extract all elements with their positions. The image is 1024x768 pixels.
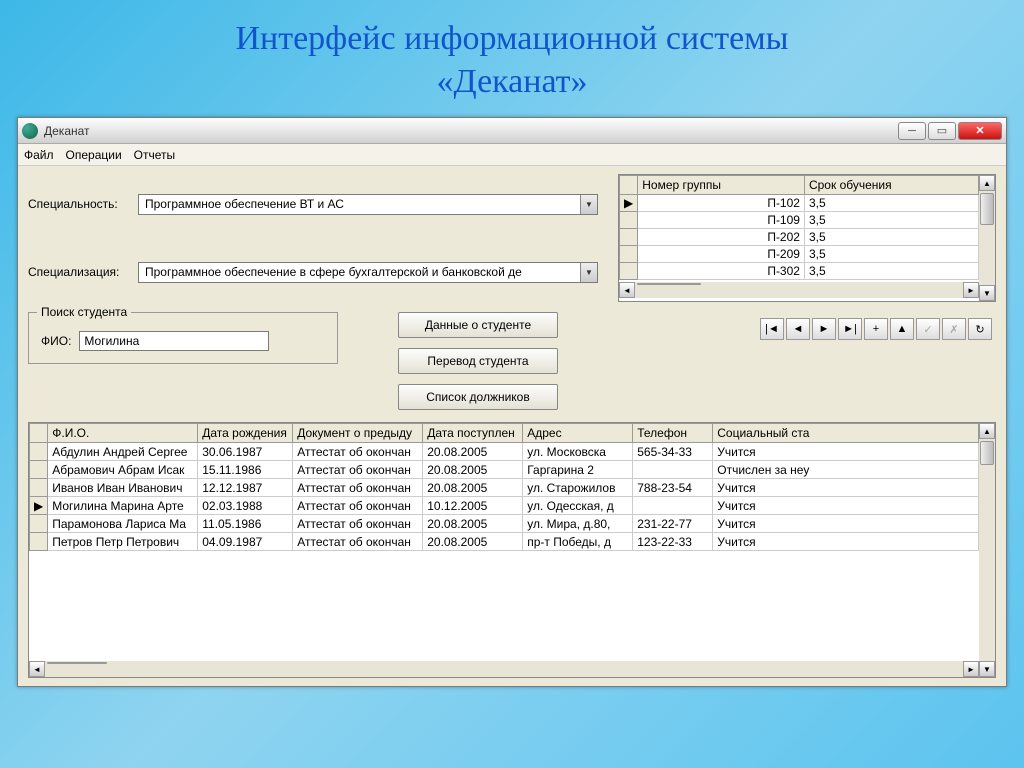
nav-cancel-icon: ✗ (942, 318, 966, 340)
students-table-panel: Ф.И.О. Дата рождения Документ о предыду … (28, 422, 996, 678)
groups-hscroll[interactable]: ◄► (619, 282, 979, 298)
col-dob[interactable]: Дата рождения (198, 424, 293, 443)
nav-delete-icon[interactable]: ▲ (890, 318, 914, 340)
record-navigator: |◄ ◄ ► ►| + ▲ ✓ ✗ ↻ (578, 318, 996, 340)
search-legend: Поиск студента (37, 305, 131, 319)
students-table: Ф.И.О. Дата рождения Документ о предыду … (29, 423, 979, 551)
students-hscroll[interactable]: ◄► (29, 661, 979, 677)
fio-label: ФИО: (41, 334, 71, 348)
window-title: Деканат (44, 124, 896, 138)
nav-last-icon[interactable]: ►| (838, 318, 862, 340)
groups-vscroll[interactable]: ▲▼ (979, 175, 995, 301)
close-button[interactable]: ✕ (958, 122, 1002, 140)
group-cell[interactable]: П-209 (638, 246, 805, 263)
group-cell[interactable]: П-202 (638, 229, 805, 246)
speciality-combo[interactable]: Программное обеспечение ВТ и АС ▼ (138, 194, 598, 215)
minimize-button[interactable]: ─ (898, 122, 926, 140)
groups-table-panel: Номер группы Срок обучения ▶П-1023,5 П-1… (618, 174, 996, 302)
col-addr[interactable]: Адрес (523, 424, 633, 443)
col-enroll[interactable]: Дата поступлен (423, 424, 523, 443)
table-row[interactable]: Петров Петр Петрович04.09.1987Аттестат о… (30, 533, 979, 551)
slide-title: Интерфейс информационной системы «Декана… (10, 18, 1014, 103)
nav-next-icon[interactable]: ► (812, 318, 836, 340)
speciality-label: Специальность: (28, 197, 138, 211)
menu-reports[interactable]: Отчеты (134, 148, 175, 162)
nav-first-icon[interactable]: |◄ (760, 318, 784, 340)
menubar: Файл Операции Отчеты (18, 144, 1006, 166)
debtors-list-button[interactable]: Список должников (398, 384, 558, 410)
groups-rowmark-header (620, 176, 638, 195)
search-fieldset: Поиск студента ФИО: (28, 312, 338, 364)
table-row[interactable]: Парамонова Лариса Ма11.05.1986Аттестат о… (30, 515, 979, 533)
nav-prev-icon[interactable]: ◄ (786, 318, 810, 340)
specialization-label: Специализация: (28, 265, 138, 279)
student-data-button[interactable]: Данные о студенте (398, 312, 558, 338)
nav-add-icon[interactable]: + (864, 318, 888, 340)
groups-col-term[interactable]: Срок обучения (804, 176, 978, 195)
maximize-button[interactable]: ▭ (928, 122, 956, 140)
col-status[interactable]: Социальный ста (713, 424, 979, 443)
transfer-student-button[interactable]: Перевод студента (398, 348, 558, 374)
col-fio[interactable]: Ф.И.О. (48, 424, 198, 443)
table-row[interactable]: Абдулин Андрей Сергее30.06.1987Аттестат … (30, 443, 979, 461)
table-row[interactable]: ▶Могилина Марина Арте02.03.1988Аттестат … (30, 497, 979, 515)
col-phone[interactable]: Телефон (633, 424, 713, 443)
fio-input[interactable] (79, 331, 269, 351)
nav-refresh-icon[interactable]: ↻ (968, 318, 992, 340)
group-cell[interactable]: П-302 (638, 263, 805, 280)
table-row[interactable]: Иванов Иван Иванович12.12.1987Аттестат о… (30, 479, 979, 497)
group-cell[interactable]: П-102 (638, 195, 805, 212)
group-cell[interactable]: П-109 (638, 212, 805, 229)
app-icon (22, 123, 38, 139)
content-area: Специальность: Программное обеспечение В… (18, 166, 1006, 686)
table-row[interactable]: Абрамович Абрам Исак15.11.1986Аттестат о… (30, 461, 979, 479)
col-doc[interactable]: Документ о предыду (293, 424, 423, 443)
titlebar[interactable]: Деканат ─ ▭ ✕ (18, 118, 1006, 144)
students-vscroll[interactable]: ▲▼ (979, 423, 995, 677)
chevron-down-icon[interactable]: ▼ (580, 263, 597, 282)
menu-operations[interactable]: Операции (66, 148, 122, 162)
app-window: Деканат ─ ▭ ✕ Файл Операции Отчеты Специ… (17, 117, 1007, 687)
groups-col-number[interactable]: Номер группы (638, 176, 805, 195)
specialization-combo[interactable]: Программное обеспечение в сфере бухгалте… (138, 262, 598, 283)
nav-post-icon: ✓ (916, 318, 940, 340)
chevron-down-icon[interactable]: ▼ (580, 195, 597, 214)
menu-file[interactable]: Файл (24, 148, 54, 162)
